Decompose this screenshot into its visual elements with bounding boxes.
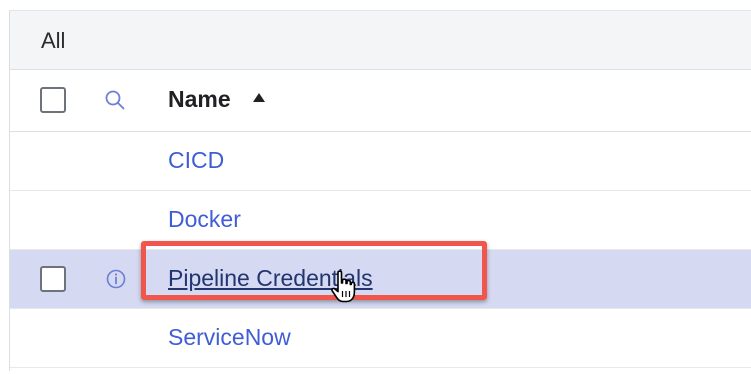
search-icon[interactable]: [104, 89, 126, 111]
row-checkbox[interactable]: [40, 266, 66, 292]
table-row-selected: Pipeline Credentials: [10, 250, 751, 309]
table-row: CICD: [10, 132, 751, 191]
filter-all-label[interactable]: All: [41, 28, 65, 54]
name-column-header[interactable]: Name: [168, 86, 231, 113]
table-row: ServiceNow: [10, 309, 751, 368]
select-all-checkbox[interactable]: [40, 87, 66, 113]
info-icon[interactable]: [105, 268, 127, 290]
table-row: Docker: [10, 191, 751, 250]
sort-ascending-icon[interactable]: [253, 93, 265, 102]
row-link-cicd[interactable]: CICD: [168, 147, 224, 174]
row-link-pipeline-credentials[interactable]: Pipeline Credentials: [168, 265, 373, 292]
credentials-table-panel: All Name CICD Docker Pipeline Credential…: [9, 10, 751, 371]
row-link-servicenow[interactable]: ServiceNow: [168, 324, 291, 351]
row-link-docker[interactable]: Docker: [168, 206, 241, 233]
table-header-row: Name: [10, 70, 751, 132]
filter-bar: All: [10, 11, 751, 70]
